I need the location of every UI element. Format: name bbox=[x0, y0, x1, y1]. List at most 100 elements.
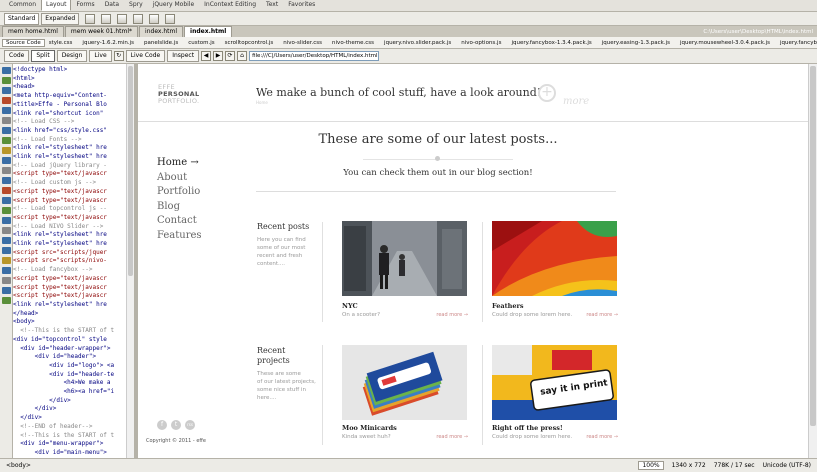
code-view[interactable]: <!doctype html> <html> <head> <meta http-eq… bbox=[13, 64, 126, 458]
design-view-button[interactable]: Design bbox=[56, 50, 88, 62]
expanded-mode-button[interactable]: Expanded bbox=[41, 12, 80, 25]
document-tab[interactable]: mem home.html bbox=[2, 26, 64, 37]
related-file[interactable]: style.css bbox=[45, 40, 79, 46]
coding-tool-icon[interactable] bbox=[2, 87, 11, 94]
related-file[interactable]: panelslide.js bbox=[140, 40, 184, 46]
code-line[interactable]: <link rel="stylesheet" hre bbox=[13, 153, 126, 162]
read-more-link[interactable]: read more → bbox=[578, 434, 618, 440]
code-line[interactable]: <h6><a href="i bbox=[13, 388, 126, 397]
related-file[interactable]: jquery.fancybox-1.3.4.css bbox=[776, 40, 817, 46]
rss-icon[interactable]: rss bbox=[185, 420, 195, 430]
code-line[interactable]: <body> bbox=[13, 318, 126, 327]
project-title[interactable]: Moo Minicards bbox=[342, 424, 397, 432]
code-line[interactable]: <meta http-equiv="Content- bbox=[13, 92, 126, 101]
code-line[interactable]: <div id="main-menu"> bbox=[13, 449, 126, 458]
read-more-link[interactable]: read more → bbox=[428, 434, 468, 440]
code-line[interactable]: <script type="text/javascr bbox=[13, 214, 126, 223]
coding-tool-icon[interactable] bbox=[2, 77, 11, 84]
related-file[interactable]: scrolltopcontrol.js bbox=[221, 40, 280, 46]
code-line[interactable]: <div id="logo"> <a bbox=[13, 362, 126, 371]
code-line[interactable]: <!--This is the START of t bbox=[13, 327, 126, 336]
related-file[interactable]: nivo-theme.css bbox=[328, 40, 380, 46]
code-line[interactable]: </div> bbox=[13, 405, 126, 414]
related-file[interactable]: nivo-slider.css bbox=[279, 40, 328, 46]
code-scroll-thumb[interactable] bbox=[128, 66, 133, 276]
code-line[interactable]: <div id="topcontrol" style bbox=[13, 336, 126, 345]
live-view-button[interactable]: Live bbox=[89, 50, 112, 62]
nav-item-portfolio[interactable]: Portfolio bbox=[157, 185, 202, 200]
nav-item-home[interactable]: Home → bbox=[157, 156, 202, 171]
design-view[interactable]: EFFE PERSONAL PORTFOLIO. We make a bunch… bbox=[138, 64, 808, 458]
coding-tool-icon[interactable] bbox=[2, 287, 11, 294]
coding-tool-icon[interactable] bbox=[2, 177, 11, 184]
document-tab[interactable]: mem week 01.html* bbox=[64, 26, 139, 37]
site-logo[interactable]: EFFE PERSONAL PORTFOLIO. bbox=[158, 84, 199, 105]
document-tab[interactable]: index.html bbox=[139, 26, 184, 37]
header-home-link[interactable]: Home bbox=[256, 100, 268, 105]
coding-tool-icon[interactable] bbox=[2, 187, 11, 194]
forward-icon[interactable]: ▶ bbox=[213, 51, 224, 61]
design-scrollbar[interactable] bbox=[808, 64, 817, 458]
standard-mode-button[interactable]: Standard bbox=[4, 12, 40, 25]
related-file[interactable]: jquery-1.6.2.min.js bbox=[78, 40, 140, 46]
coding-tool-icon[interactable] bbox=[2, 167, 11, 174]
related-file[interactable]: jquery.mousewheel-3.0.4.pack.js bbox=[676, 40, 776, 46]
insert-tab[interactable]: Forms bbox=[71, 0, 99, 11]
tag-selector[interactable]: <body> bbox=[6, 462, 31, 469]
coding-tool-icon[interactable] bbox=[2, 127, 11, 134]
code-view-button[interactable]: Code bbox=[4, 50, 30, 62]
coding-tool-icon[interactable] bbox=[2, 277, 11, 284]
code-line[interactable]: <div id="header-te bbox=[13, 371, 126, 380]
twitter-icon[interactable]: t bbox=[171, 420, 181, 430]
plus-icon[interactable]: + bbox=[538, 84, 556, 102]
coding-tool-icon[interactable] bbox=[2, 97, 11, 104]
code-line[interactable]: <!-- Load CSS --> bbox=[13, 118, 126, 127]
nav-item-contact[interactable]: Contact bbox=[157, 214, 202, 229]
facebook-icon[interactable]: f bbox=[157, 420, 167, 430]
insert-tab[interactable]: Common bbox=[4, 0, 41, 11]
address-input[interactable] bbox=[249, 51, 380, 61]
nav-item-features[interactable]: Features bbox=[157, 229, 202, 244]
project-title[interactable]: Right off the press! bbox=[492, 424, 563, 432]
code-line[interactable]: <head> bbox=[13, 83, 126, 92]
coding-tool-icon[interactable] bbox=[2, 257, 11, 264]
ap-div-icon[interactable] bbox=[117, 13, 128, 24]
refresh-icon[interactable]: ↻ bbox=[113, 51, 124, 61]
coding-tool-icon[interactable] bbox=[2, 67, 11, 74]
coding-tool-icon[interactable] bbox=[2, 147, 11, 154]
post-thumbnail-feathers[interactable] bbox=[492, 221, 617, 296]
code-line[interactable]: <!--END of header--> bbox=[13, 423, 126, 432]
coding-tool-icon[interactable] bbox=[2, 137, 11, 144]
insert-tab[interactable]: Text bbox=[261, 0, 283, 11]
coding-tool-icon[interactable] bbox=[2, 267, 11, 274]
code-line[interactable]: <!-- Load fancybox --> bbox=[13, 266, 126, 275]
code-line[interactable]: <h4>We make a bbox=[13, 379, 126, 388]
code-line[interactable]: <div id="header-wrapper"> bbox=[13, 345, 126, 354]
div-insert-icon[interactable] bbox=[101, 13, 112, 24]
code-line[interactable]: </div> bbox=[13, 414, 126, 423]
code-line[interactable]: <!-- Load jQuery library - bbox=[13, 162, 126, 171]
window-size[interactable]: 1340 x 772 bbox=[672, 462, 706, 469]
refresh-page-icon[interactable]: ⟳ bbox=[225, 51, 236, 61]
coding-tool-icon[interactable] bbox=[2, 117, 11, 124]
code-line[interactable]: <!--This is the START of t bbox=[13, 432, 126, 441]
code-line[interactable]: <link rel="stylesheet" hre bbox=[13, 240, 126, 249]
code-line[interactable]: <script type="text/javascr bbox=[13, 275, 126, 284]
spry-menu-icon[interactable] bbox=[149, 13, 160, 24]
related-file[interactable]: Source Code bbox=[2, 38, 45, 47]
code-line[interactable]: <div id="header"> bbox=[13, 353, 126, 362]
code-line[interactable]: <script src="scripts/jquer bbox=[13, 249, 126, 258]
insert-tab[interactable]: Layout bbox=[41, 0, 72, 11]
related-file[interactable]: jquery.nivo.slider.pack.js bbox=[380, 40, 457, 46]
code-scrollbar[interactable] bbox=[126, 64, 134, 458]
code-line[interactable]: <html> bbox=[13, 75, 126, 84]
coding-tool-icon[interactable] bbox=[2, 217, 11, 224]
project-thumbnail-press[interactable]: say it in print bbox=[492, 345, 617, 420]
code-line[interactable]: <script type="text/javascr bbox=[13, 170, 126, 179]
coding-tool-icon[interactable] bbox=[2, 237, 11, 244]
insert-tab[interactable]: Favorites bbox=[283, 0, 320, 11]
more-link[interactable]: more bbox=[563, 96, 589, 107]
inspect-button[interactable]: Inspect bbox=[167, 50, 200, 62]
code-line[interactable]: <!doctype html> bbox=[13, 66, 126, 75]
coding-tool-icon[interactable] bbox=[2, 157, 11, 164]
